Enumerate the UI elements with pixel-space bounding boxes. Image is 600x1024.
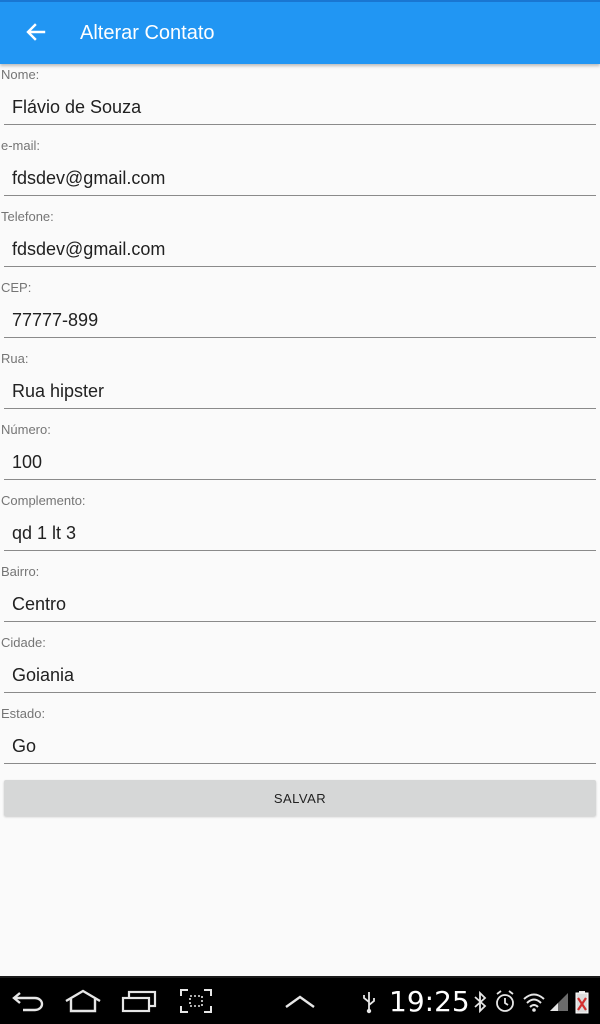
bluetooth-icon <box>472 990 488 1014</box>
home-icon[interactable] <box>62 986 104 1016</box>
field-nome: Nome: <box>0 64 600 135</box>
alarm-icon <box>494 990 516 1014</box>
nome-input[interactable] <box>4 91 596 125</box>
field-estado: Estado: <box>0 703 600 774</box>
field-telefone: Telefone: <box>0 206 600 277</box>
field-label-estado: Estado: <box>1 706 46 721</box>
wifi-icon <box>522 990 546 1014</box>
back-icon[interactable] <box>10 986 46 1016</box>
telefone-input[interactable] <box>4 233 596 267</box>
field-label-cep: CEP: <box>1 280 32 295</box>
usb-icon <box>360 990 378 1014</box>
recent-apps-icon[interactable] <box>118 986 160 1016</box>
screenshot-icon[interactable] <box>178 986 214 1016</box>
email-input[interactable] <box>4 162 596 196</box>
field-cep: CEP: <box>0 277 600 348</box>
field-label-cidade: Cidade: <box>1 635 46 650</box>
field-numero: Número: <box>0 419 600 490</box>
clock: 19:25 <box>389 985 470 1018</box>
field-bairro: Bairro: <box>0 561 600 632</box>
field-label-numero: Número: <box>1 422 51 437</box>
field-label-rua: Rua: <box>1 351 29 366</box>
field-rua: Rua: <box>0 348 600 419</box>
field-label-telefone: Telefone: <box>1 209 54 224</box>
complemento-input[interactable] <box>4 517 596 551</box>
battery-icon <box>574 990 590 1014</box>
page-title: Alterar Contato <box>80 22 215 44</box>
app-bar-top-line <box>0 0 600 2</box>
field-complemento: Complemento: <box>0 490 600 561</box>
field-email: e-mail: <box>0 135 600 206</box>
app-bar: Alterar Contato <box>0 0 600 64</box>
numero-input[interactable] <box>4 446 596 480</box>
field-label-complemento: Complemento: <box>1 493 86 508</box>
field-label-email: e-mail: <box>1 138 41 153</box>
field-cidade: Cidade: <box>0 632 600 703</box>
field-label-bairro: Bairro: <box>1 564 40 579</box>
cep-input[interactable] <box>4 304 596 338</box>
system-nav-bar: 19:25 <box>0 976 600 1024</box>
arrow-back-icon <box>26 23 46 41</box>
chevron-up-icon[interactable] <box>282 986 318 1016</box>
rua-input[interactable] <box>4 375 596 409</box>
estado-input[interactable] <box>4 730 596 764</box>
cidade-input[interactable] <box>4 659 596 693</box>
back-button[interactable] <box>16 12 56 52</box>
signal-icon <box>548 990 570 1014</box>
field-label-nome: Nome: <box>1 67 40 82</box>
contact-form: Nome: e-mail: Telefone: CEP: Rua: Número… <box>0 64 600 774</box>
bairro-input[interactable] <box>4 588 596 622</box>
save-button[interactable]: SALVAR <box>4 780 596 816</box>
